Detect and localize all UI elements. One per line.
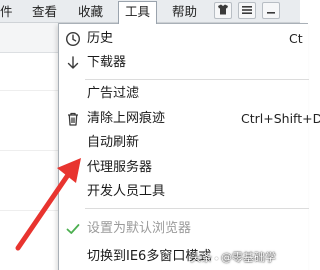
dot-icon <box>215 256 218 260</box>
watermark: 头条 @零基础学 <box>190 249 276 267</box>
watermark-author: @零基础学 <box>221 251 276 264</box>
watermark-source: 头条 <box>190 251 212 264</box>
annotation-arrow-icon <box>15 158 81 251</box>
